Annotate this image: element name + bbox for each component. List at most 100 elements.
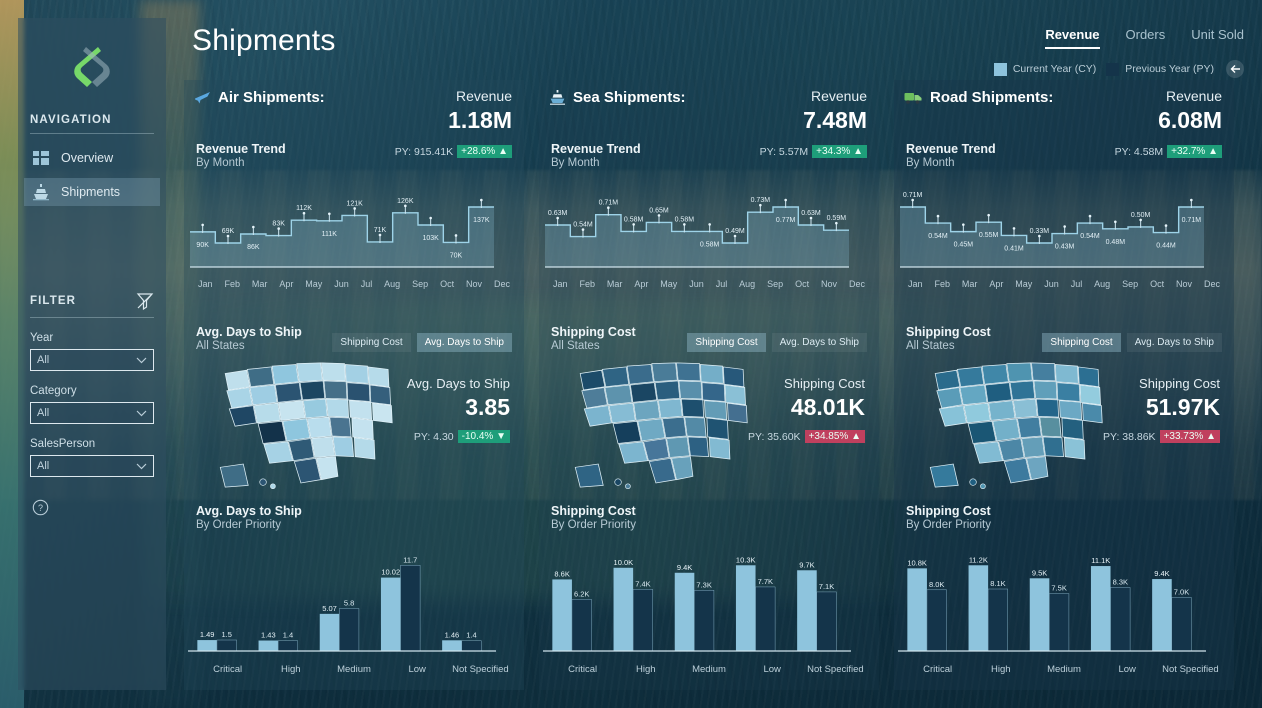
priority-tick: Not Specified bbox=[807, 664, 864, 675]
svg-text:0.44M: 0.44M bbox=[1156, 243, 1176, 250]
trend-month-axis: Jan Feb Mar Apr May Jun Jul Aug Sep Oct Nov Dec bbox=[894, 276, 1234, 289]
svg-text:69K: 69K bbox=[222, 228, 235, 235]
map-delta-badge: +34.85% ▲ bbox=[804, 430, 865, 443]
toggle-avg-days-to-ship[interactable]: Avg. Days to Ship bbox=[771, 333, 867, 352]
svg-text:0.71M: 0.71M bbox=[903, 192, 923, 199]
map-py-row: PY: 4.30 -10.4% ▼ bbox=[414, 430, 510, 443]
filter-year-select[interactable]: All bbox=[30, 349, 154, 371]
month-tick: Mar bbox=[251, 279, 268, 289]
svg-text:?: ? bbox=[38, 503, 43, 513]
month-tick: Feb bbox=[934, 279, 950, 289]
svg-text:1.4: 1.4 bbox=[466, 631, 476, 640]
priority-tick: Medium bbox=[692, 664, 726, 675]
revenue-trend-chart-0[interactable]: 90K 69K 86K 83K 112K 111K 121K 71K 126K 103K 70K 13… bbox=[184, 175, 500, 271]
svg-text:10.3K: 10.3K bbox=[736, 555, 756, 564]
filter-category-select[interactable]: All bbox=[30, 402, 154, 424]
trend-subtitle: By Month bbox=[196, 157, 245, 169]
clear-filter-icon[interactable] bbox=[136, 292, 154, 310]
month-tick: Sep bbox=[767, 279, 784, 289]
legend-label-py: Previous Year (PY) bbox=[1125, 63, 1214, 75]
toggle-shipping-cost[interactable]: Shipping Cost bbox=[687, 333, 766, 352]
filter-header: FILTER bbox=[18, 292, 166, 310]
tab-unit-sold[interactable]: Unit Sold bbox=[1191, 27, 1244, 47]
bar-py bbox=[277, 640, 298, 652]
trend-header-sea: Revenue Trend By Month PY: 5.57M +34.3% … bbox=[539, 142, 879, 169]
svg-text:137K: 137K bbox=[473, 217, 490, 224]
tab-revenue[interactable]: Revenue bbox=[1045, 27, 1100, 49]
svg-text:8.6K: 8.6K bbox=[554, 569, 569, 578]
metric-toggle-group: Shipping Cost Avg. Days to Ship bbox=[332, 333, 512, 352]
toggle-shipping-cost[interactable]: Shipping Cost bbox=[332, 333, 411, 352]
us-states-map[interactable] bbox=[906, 362, 1124, 492]
revenue-trend-chart-2[interactable]: 0.71M 0.54M 0.45M 0.55M 0.41M 0.33M 0.43M 0.54M… bbox=[894, 175, 1210, 271]
filter-heading: FILTER bbox=[30, 295, 76, 307]
bar-cy bbox=[1090, 566, 1111, 651]
back-button[interactable] bbox=[1226, 60, 1244, 78]
bar-cy bbox=[613, 567, 634, 651]
map-kpi-value: 51.97K bbox=[1145, 394, 1220, 420]
map-row-road: Shipping Cost 51.97K PY: 38.86K +33.73% … bbox=[894, 360, 1234, 490]
svg-text:0.58M: 0.58M bbox=[675, 216, 695, 223]
svg-text:0.50M: 0.50M bbox=[1131, 212, 1151, 219]
view-tabs: Revenue Orders Unit Sold bbox=[1045, 27, 1244, 49]
month-tick: May bbox=[305, 279, 323, 289]
priority-bar-chart-0[interactable]: 1.49 1.5 1.43 1.4 5.07 5.8 10.0211.7 1.46 1.4 bbox=[184, 539, 500, 657]
priority-tick: Not Specified bbox=[452, 664, 509, 675]
svg-text:0.58M: 0.58M bbox=[700, 241, 720, 248]
bars-subtitle: By Order Priority bbox=[906, 519, 991, 531]
card-road-shipments: Road Shipments: Revenue 6.08M Revenue Tr… bbox=[894, 80, 1234, 690]
svg-text:6.2K: 6.2K bbox=[574, 589, 589, 598]
truck-icon bbox=[904, 93, 922, 104]
svg-text:0.54M: 0.54M bbox=[928, 233, 948, 240]
filter-salesperson-select[interactable]: All bbox=[30, 455, 154, 477]
bar-py bbox=[1171, 597, 1192, 652]
svg-text:0.48M: 0.48M bbox=[1106, 239, 1126, 246]
priority-bar-chart-2[interactable]: 10.8K 8.0K 11.2K 8.1K 9.5K 7.5K 11.1K 8.3K 9.4K 7… bbox=[894, 539, 1210, 657]
trend-py-text: PY: 915.41K bbox=[394, 145, 454, 158]
month-tick: Jan bbox=[908, 279, 923, 289]
airplane-icon bbox=[195, 92, 210, 104]
bar-py bbox=[571, 599, 592, 652]
trend-chart-wrap-sea: 0.63M 0.54M 0.71M 0.58M 0.65M 0.58M 0.58M 0.49M… bbox=[539, 175, 879, 299]
svg-text:103K: 103K bbox=[422, 235, 439, 242]
ship-icon bbox=[33, 184, 49, 201]
month-tick: Aug bbox=[1094, 279, 1111, 289]
sidebar-item-overview[interactable]: Overview bbox=[24, 144, 160, 172]
question-circle-icon[interactable]: ? bbox=[32, 499, 49, 516]
sidebar-item-shipments[interactable]: Shipments bbox=[24, 178, 160, 206]
toggle-avg-days-to-ship[interactable]: Avg. Days to Ship bbox=[1126, 333, 1222, 352]
month-tick: Nov bbox=[466, 279, 483, 289]
revenue-trend-chart-1[interactable]: 0.63M 0.54M 0.71M 0.58M 0.65M 0.58M 0.58M 0.49M… bbox=[539, 175, 855, 271]
svg-text:7.0K: 7.0K bbox=[1174, 587, 1189, 596]
bar-cy bbox=[258, 640, 279, 651]
svg-text:9.4K: 9.4K bbox=[677, 563, 692, 572]
tab-orders[interactable]: Orders bbox=[1126, 27, 1166, 47]
priority-tick: Critical bbox=[568, 664, 598, 675]
svg-text:111K: 111K bbox=[322, 231, 338, 238]
bar-cy bbox=[442, 640, 462, 651]
map-kpi-label: Shipping Cost bbox=[784, 376, 865, 391]
bars-header-road: Shipping Cost By Order Priority bbox=[894, 504, 1234, 531]
toggle-avg-days-to-ship[interactable]: Avg. Days to Ship bbox=[416, 333, 512, 352]
priority-tick: Not Specified bbox=[1162, 664, 1219, 675]
priority-bar-chart-1[interactable]: 8.6K 6.2K 10.0K 7.4K 9.4K 7.3K 10.3K 7.7K 9.7K 7.… bbox=[539, 539, 855, 657]
us-states-map[interactable] bbox=[551, 362, 769, 492]
bar-py bbox=[755, 586, 776, 652]
month-tick: Aug bbox=[384, 279, 401, 289]
toggle-shipping-cost[interactable]: Shipping Cost bbox=[1042, 333, 1121, 352]
bar-py bbox=[694, 590, 715, 652]
svg-text:0.55M: 0.55M bbox=[979, 232, 999, 239]
svg-text:83K: 83K bbox=[272, 221, 285, 228]
map-delta-badge: +33.73% ▲ bbox=[1159, 430, 1220, 443]
svg-text:0.59M: 0.59M bbox=[827, 215, 847, 222]
bar-cy bbox=[735, 565, 756, 651]
month-tick: Feb bbox=[579, 279, 595, 289]
priority-axis: Critical High Medium Low Not Specified bbox=[539, 662, 879, 675]
trend-subtitle: By Month bbox=[551, 157, 600, 169]
dashboard-icon bbox=[33, 151, 49, 165]
sidebar-item-label: Overview bbox=[61, 151, 114, 165]
priority-axis: Critical High Medium Low Not Specified bbox=[184, 662, 524, 675]
svg-text:1.43: 1.43 bbox=[261, 631, 276, 640]
us-states-map[interactable] bbox=[196, 362, 414, 492]
month-tick: Jun bbox=[689, 279, 704, 289]
